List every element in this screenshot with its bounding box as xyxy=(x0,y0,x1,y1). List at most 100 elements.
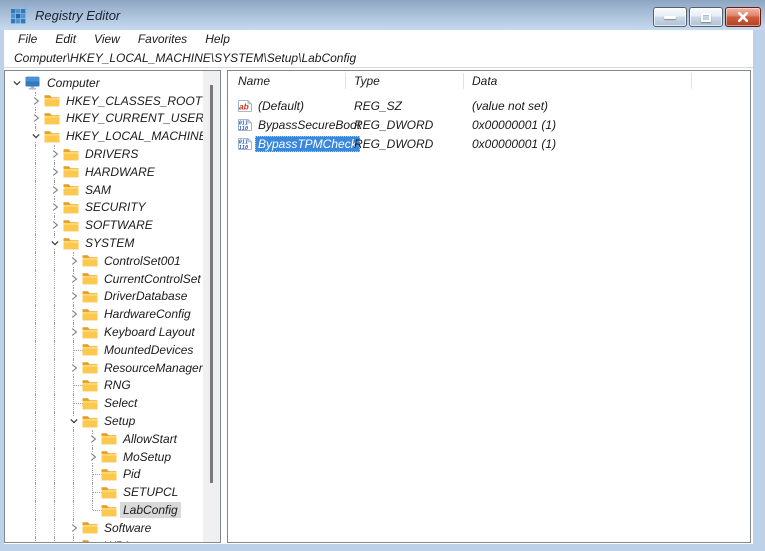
chevron-right-icon[interactable] xyxy=(47,200,62,214)
tree-scrollbar-thumb[interactable] xyxy=(210,85,213,483)
chevron-right-icon[interactable] xyxy=(47,147,62,161)
tree-item-pid[interactable]: Pid xyxy=(5,465,203,484)
tree-item-hardware[interactable]: HARDWARE xyxy=(5,162,203,181)
tree-item-software[interactable]: SOFTWARE xyxy=(5,216,203,235)
tree-item-system[interactable]: SYSTEM xyxy=(5,234,203,252)
menu-file[interactable]: File xyxy=(9,31,46,48)
folder-icon xyxy=(81,378,98,392)
tree-item-hkey-classes-root[interactable]: HKEY_CLASSES_ROOT xyxy=(5,91,203,110)
values-panel: Name Type Data ab (Default) REG_SZ (value n… xyxy=(227,70,751,543)
tree-item-select[interactable]: Select xyxy=(5,394,203,413)
tree-item-resourcemanager[interactable]: ResourceManager xyxy=(5,358,203,377)
svg-text:ab: ab xyxy=(239,101,249,111)
chevron-right-icon[interactable] xyxy=(28,94,43,108)
chevron-down-icon[interactable] xyxy=(9,76,24,90)
tree-item-label: LabConfig xyxy=(120,502,181,519)
tree-item-security[interactable]: SECURITY xyxy=(5,198,203,217)
tree-item-label: WPA xyxy=(101,538,133,542)
column-header-data[interactable]: Data xyxy=(464,73,692,89)
tree-item-driverdatabase[interactable]: DriverDatabase xyxy=(5,287,203,306)
close-button[interactable] xyxy=(725,7,761,27)
tree-item-currentcontrolset[interactable]: CurrentControlSet xyxy=(5,269,203,288)
tree-item-label: Pid xyxy=(123,467,141,482)
tree-item-mounteddevices[interactable]: MountedDevices xyxy=(5,340,203,359)
tree-guide-line xyxy=(35,518,36,537)
address-bar[interactable]: Computer\HKEY_LOCAL_MACHINE\SYSTEM\Setup… xyxy=(4,48,753,68)
tree-guide-line xyxy=(54,251,55,270)
tree-guide-line xyxy=(35,145,36,163)
tree-item-label: Computer xyxy=(47,75,100,90)
value-row-bypasssecureboot[interactable]: 011 110 BypassSecureBoot REG_DWORD 0x0000000… xyxy=(228,115,750,134)
chevron-right-icon[interactable] xyxy=(66,521,81,535)
tree-item-labconfig[interactable]: LabConfig xyxy=(5,501,203,519)
tree-item-setupcl[interactable]: SETUPCL xyxy=(5,483,203,502)
folder-icon xyxy=(81,343,98,357)
menu-view[interactable]: View xyxy=(85,31,129,48)
value-type: REG_SZ xyxy=(354,98,403,113)
menu-edit[interactable]: Edit xyxy=(46,31,85,48)
tree-guide-line xyxy=(35,358,36,377)
tree-guide-line xyxy=(54,536,55,542)
registry-editor-icon xyxy=(10,6,28,24)
chevron-right-icon[interactable] xyxy=(66,272,81,286)
tree-item-controlset001[interactable]: ControlSet001 xyxy=(5,251,203,270)
tree-scrollbar[interactable] xyxy=(203,71,220,542)
chevron-right-icon[interactable] xyxy=(66,289,81,303)
value-row-bypasstpmcheck[interactable]: 011 110 BypassTPMCheck REG_DWORD 0x00000001 … xyxy=(228,134,750,153)
tree-item-computer[interactable]: Computer xyxy=(5,74,203,92)
tree-item-software[interactable]: Software xyxy=(5,518,203,537)
tree-guide-line xyxy=(73,465,74,484)
folder-icon xyxy=(81,361,98,375)
chevron-down-icon[interactable] xyxy=(66,414,81,428)
title-bar[interactable]: Registry Editor xyxy=(0,0,765,30)
chevron-right-icon[interactable] xyxy=(66,307,81,321)
tree-item-label: Setup xyxy=(104,414,136,429)
tree-item-sam[interactable]: SAM xyxy=(5,180,203,199)
tree-item-rng[interactable]: RNG xyxy=(5,376,203,395)
column-header-name[interactable]: Name xyxy=(228,73,346,89)
tree-item-allowstart[interactable]: AllowStart xyxy=(5,429,203,448)
tree-item-label: AllowStart xyxy=(123,431,178,446)
folder-icon xyxy=(81,396,98,410)
tree-item-setup[interactable]: Setup xyxy=(5,412,203,430)
chevron-right-icon[interactable] xyxy=(66,361,81,375)
chevron-right-icon[interactable] xyxy=(66,325,81,339)
tree-item-label: SAM xyxy=(85,182,112,197)
tree-item-label: HARDWARE xyxy=(85,164,155,179)
tree-item-hkey-current-user[interactable]: HKEY_CURRENT_USER xyxy=(5,109,204,128)
chevron-right-icon[interactable] xyxy=(85,432,100,446)
tree-item-keyboard-layout[interactable]: Keyboard Layout xyxy=(5,323,203,341)
chevron-right-icon[interactable] xyxy=(66,254,81,268)
column-header-type[interactable]: Type xyxy=(346,73,464,89)
chevron-right-icon[interactable] xyxy=(47,183,62,197)
tree-guide-line xyxy=(35,269,36,288)
minimize-icon xyxy=(664,15,676,19)
tree-guide-line xyxy=(73,429,74,448)
tree-item-wpa[interactable]: WPA xyxy=(5,536,203,542)
chevron-right-icon[interactable] xyxy=(85,450,100,464)
menu-help[interactable]: Help xyxy=(196,31,239,48)
svg-text:110: 110 xyxy=(239,144,248,149)
tree-item-hkey-local-machine[interactable]: HKEY_LOCAL_MACHINE xyxy=(5,127,207,146)
menu-favorites[interactable]: Favorites xyxy=(129,31,196,48)
folder-icon xyxy=(81,414,98,428)
tree-item-drivers[interactable]: DRIVERS xyxy=(5,145,203,163)
value-row--default-[interactable]: ab (Default) REG_SZ (value not set) xyxy=(228,96,750,115)
chevron-right-icon[interactable] xyxy=(47,165,62,179)
folder-icon xyxy=(62,147,79,161)
tree-item-hardwareconfig[interactable]: HardwareConfig xyxy=(5,305,203,324)
tree-item-label: MountedDevices xyxy=(104,342,194,357)
chevron-right-icon[interactable] xyxy=(47,218,62,232)
chevron-down-icon[interactable] xyxy=(47,236,62,250)
folder-icon xyxy=(81,289,98,303)
chevron-down-icon[interactable] xyxy=(28,129,43,143)
minimize-button[interactable] xyxy=(653,7,687,27)
tree-guide-line xyxy=(73,483,74,502)
tree-guide-line xyxy=(35,340,36,359)
tree-item-mosetup[interactable]: MoSetup xyxy=(5,447,203,466)
tree-guide-line xyxy=(35,323,36,341)
tree-guide-line xyxy=(35,501,36,519)
maximize-button[interactable] xyxy=(689,7,723,27)
chevron-right-icon[interactable] xyxy=(28,111,43,125)
